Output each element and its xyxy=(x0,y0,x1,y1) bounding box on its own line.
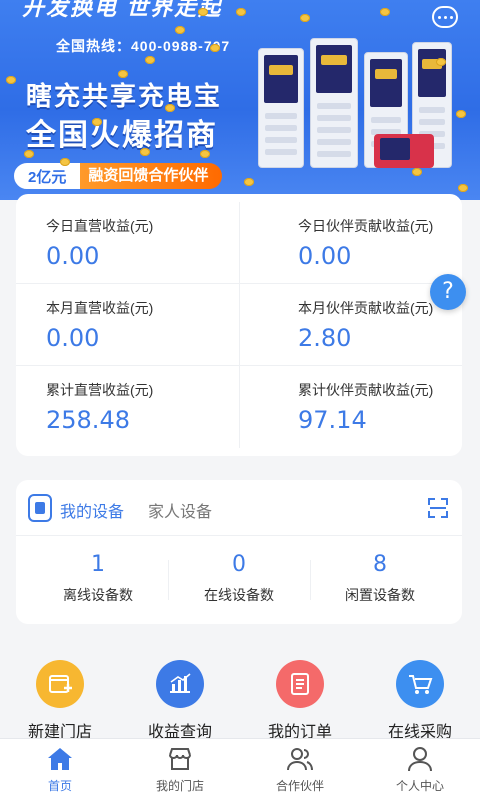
earnings-value: 2.80 xyxy=(298,324,352,352)
tab-my-devices[interactable]: 我的设备 xyxy=(60,498,124,522)
chart-icon xyxy=(156,660,204,708)
banner-tag: 2亿元 融资回馈合作伙伴 xyxy=(14,163,223,189)
stat-number: 8 xyxy=(373,552,387,577)
total-direct-earnings[interactable]: 累计直营收益(元) 258.48 xyxy=(16,366,238,448)
promo-banner[interactable]: 开发换电 世界走起 全国热线：400-0988-707 瞎充共享充电宝 全国火爆… xyxy=(0,0,480,200)
total-partner-earnings[interactable]: 累计伙伴贡献收益(元) 97.14 xyxy=(240,366,462,448)
stat-label: 离线设备数 xyxy=(63,587,133,603)
earnings-value: 97.14 xyxy=(298,406,367,434)
stat-number: 0 xyxy=(232,552,246,577)
earnings-row-today: 今日直营收益(元) 0.00 今日伙伴贡献收益(元) 0.00 xyxy=(16,202,462,284)
message-icon[interactable] xyxy=(432,6,458,28)
home-icon xyxy=(45,745,75,773)
new-store-button[interactable]: 新建门店 xyxy=(0,656,120,741)
my-orders-button[interactable]: 我的订单 xyxy=(240,656,360,741)
nav-label: 个人中心 xyxy=(395,779,444,793)
month-direct-earnings[interactable]: 本月直营收益(元) 0.00 xyxy=(16,284,238,366)
device-card: 我的设备 家人设备 1 离线设备数 0 在线设备数 8 闲置设备数 xyxy=(16,480,462,624)
profile-icon xyxy=(405,745,435,773)
quick-actions: 新建门店 收益查询 我的订单 在线采购 xyxy=(0,656,480,741)
earnings-query-button[interactable]: 收益查询 xyxy=(120,656,240,741)
banner-tag-text: 融资回馈合作伙伴 xyxy=(80,163,223,189)
new-store-icon xyxy=(36,660,84,708)
device-tabs: 我的设备 家人设备 xyxy=(16,480,462,536)
month-partner-earnings[interactable]: 本月伙伴贡献收益(元) 2.80 xyxy=(240,284,462,366)
offline-devices-stat[interactable]: 1 离线设备数 xyxy=(24,536,172,624)
earnings-label: 本月直营收益(元) xyxy=(46,300,154,316)
idle-devices-stat[interactable]: 8 闲置设备数 xyxy=(306,536,454,624)
tab-family-devices[interactable]: 家人设备 xyxy=(148,498,212,522)
nav-label: 合作伙伴 xyxy=(275,779,324,793)
earnings-row-month: 本月直营收益(元) 0.00 本月伙伴贡献收益(元) 2.80 xyxy=(16,284,462,366)
today-partner-earnings[interactable]: 今日伙伴贡献收益(元) 0.00 xyxy=(240,202,462,284)
nav-label: 首页 xyxy=(47,779,72,793)
earnings-label: 本月伙伴贡献收益(元) xyxy=(298,300,434,316)
bottom-nav: 首页 我的门店 合作伙伴 个人中心 xyxy=(0,738,480,800)
stat-label: 在线设备数 xyxy=(204,587,274,603)
device-icon xyxy=(28,494,52,522)
earnings-label: 今日伙伴贡献收益(元) xyxy=(298,218,434,234)
banner-hotline: 全国热线：400-0988-707 xyxy=(56,38,231,54)
order-icon xyxy=(276,660,324,708)
banner-tag-amount: 2亿元 xyxy=(14,163,81,189)
earnings-label: 累计直营收益(元) xyxy=(46,382,154,398)
nav-partners[interactable]: 合作伙伴 xyxy=(240,739,360,800)
stat-label: 闲置设备数 xyxy=(345,587,415,603)
cart-icon xyxy=(396,660,444,708)
store-icon xyxy=(165,745,195,773)
banner-title-line2: 全国火爆招商 xyxy=(26,119,218,152)
nav-home[interactable]: 首页 xyxy=(0,739,120,800)
banner-top-text: 开发换电 世界走起 xyxy=(22,0,223,20)
online-purchase-button[interactable]: 在线采购 xyxy=(360,656,480,741)
scan-icon[interactable] xyxy=(428,498,448,518)
partners-icon xyxy=(285,745,315,773)
banner-title-line1: 瞎充共享充电宝 xyxy=(26,81,223,111)
earnings-value: 0.00 xyxy=(46,242,100,270)
earnings-label: 累计伙伴贡献收益(元) xyxy=(298,382,434,398)
today-direct-earnings[interactable]: 今日直营收益(元) 0.00 xyxy=(16,202,238,284)
earnings-value: 0.00 xyxy=(46,324,100,352)
earnings-card: 今日直营收益(元) 0.00 今日伙伴贡献收益(元) 0.00 本月直营收益(元… xyxy=(16,194,462,456)
charging-machines-illustration xyxy=(252,34,452,168)
earnings-value: 0.00 xyxy=(298,242,352,270)
help-button[interactable]: ? xyxy=(430,274,466,310)
earnings-row-total: 累计直营收益(元) 258.48 累计伙伴贡献收益(元) 97.14 xyxy=(16,366,462,448)
nav-my-store[interactable]: 我的门店 xyxy=(120,739,240,800)
earnings-label: 今日直营收益(元) xyxy=(46,218,154,234)
nav-profile[interactable]: 个人中心 xyxy=(360,739,480,800)
nav-label: 我的门店 xyxy=(155,779,204,793)
earnings-value: 258.48 xyxy=(46,406,130,434)
stat-number: 1 xyxy=(91,552,105,577)
online-devices-stat[interactable]: 0 在线设备数 xyxy=(165,536,313,624)
